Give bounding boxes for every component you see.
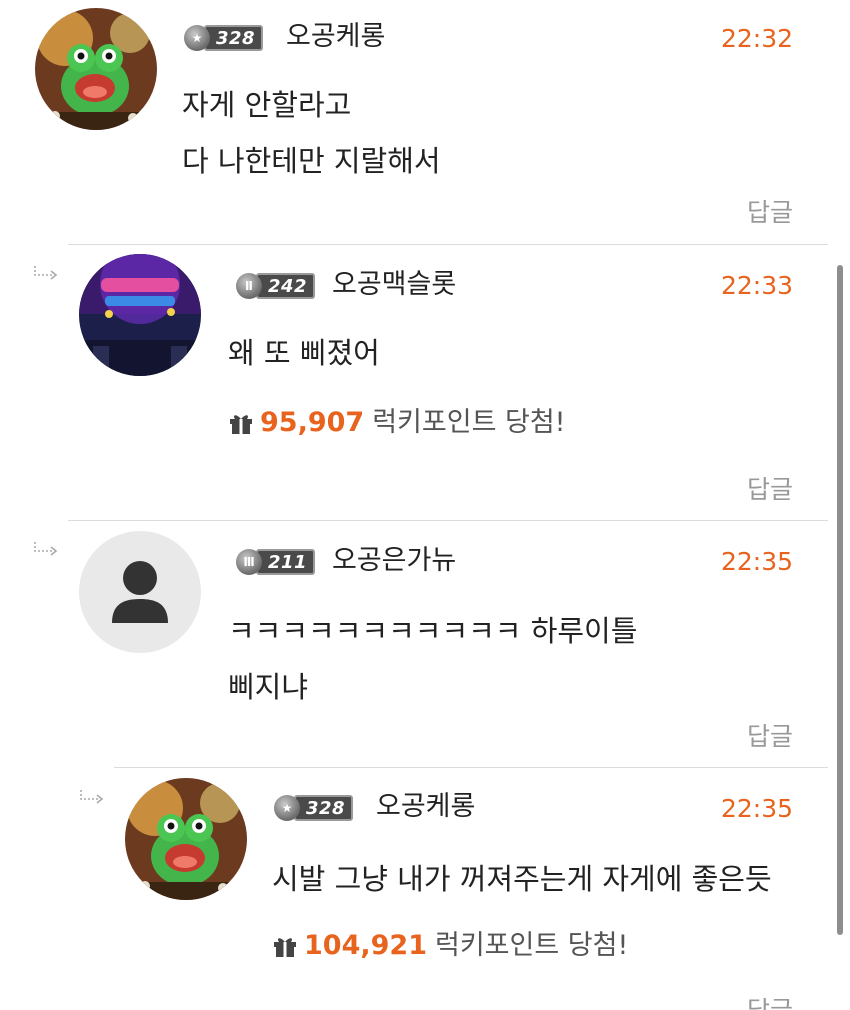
level-badge: Ⅲ 211 [236, 549, 316, 575]
comment-text-line: 삐지냐 [228, 670, 309, 704]
level-number: 328 [294, 795, 354, 821]
level-number: 328 [204, 25, 264, 51]
rank-emblem-icon: ★ [274, 795, 300, 821]
timestamp: 22:35 [720, 547, 793, 576]
rank-emblem-icon: ★ [184, 25, 210, 51]
lucky-text: 럭키포인트 당첨! [372, 407, 566, 438]
reply-button[interactable]: 답글 [747, 996, 793, 1010]
nickname[interactable]: 오공은가뉴 [332, 545, 456, 577]
user-silhouette-icon [112, 561, 168, 623]
scrollbar[interactable] [837, 265, 843, 935]
avatar[interactable] [79, 254, 201, 376]
default-avatar[interactable] [79, 531, 201, 653]
reply-button[interactable]: 답글 [747, 475, 793, 505]
reply-arrow-icon [34, 542, 58, 556]
avatar[interactable] [35, 8, 157, 130]
timestamp: 22:35 [720, 794, 793, 823]
divider [68, 520, 828, 521]
level-number: 211 [256, 549, 316, 575]
timestamp: 22:32 [720, 24, 793, 53]
lucky-text: 럭키포인트 당첨! [434, 930, 629, 961]
comment-text-line: ㅋㅋㅋㅋㅋㅋㅋㅋㅋㅋㅋ 하루이틀 [228, 614, 638, 648]
lucky-point-notice: 104,921 럭키포인트 당첨! [272, 929, 628, 963]
level-number: 242 [256, 273, 316, 299]
gift-icon [274, 938, 296, 957]
nickname[interactable]: 오공케롱 [376, 791, 475, 823]
lucky-points: 104,921 [304, 930, 427, 961]
rank-emblem-icon: Ⅲ [236, 549, 262, 575]
reply-arrow-icon [34, 266, 58, 280]
lucky-point-notice: 95,907 럭키포인트 당첨! [228, 406, 566, 440]
gift-icon [230, 415, 252, 434]
rank-emblem-icon: Ⅱ [236, 273, 262, 299]
reply-button[interactable]: 답글 [747, 198, 793, 228]
reply-arrow-icon [80, 790, 104, 804]
avatar[interactable] [125, 778, 247, 900]
comment-text-line: 다 나한테만 지랄해서 [182, 144, 441, 178]
lucky-points: 95,907 [260, 407, 365, 438]
comment-text-line: 왜 또 삐졌어 [228, 336, 380, 370]
nickname[interactable]: 오공케롱 [286, 21, 385, 53]
comment-text-line: 시발 그냥 내가 꺼져주는게 자게에 좋은듯 [272, 862, 772, 896]
comment-thread: ★ 328 오공케롱 22:32 자게 안할라고 다 나한테만 지랄해서 답글 [0, 0, 850, 1010]
divider [68, 244, 828, 245]
nickname[interactable]: 오공맥슬롯 [332, 269, 456, 301]
level-badge: ★ 328 [184, 25, 264, 51]
divider [114, 767, 828, 768]
comment-text-line: 자게 안할라고 [182, 88, 352, 122]
reply-button[interactable]: 답글 [747, 722, 793, 752]
timestamp: 22:33 [720, 271, 793, 300]
level-badge: Ⅱ 242 [236, 273, 316, 299]
level-badge: ★ 328 [274, 795, 354, 821]
